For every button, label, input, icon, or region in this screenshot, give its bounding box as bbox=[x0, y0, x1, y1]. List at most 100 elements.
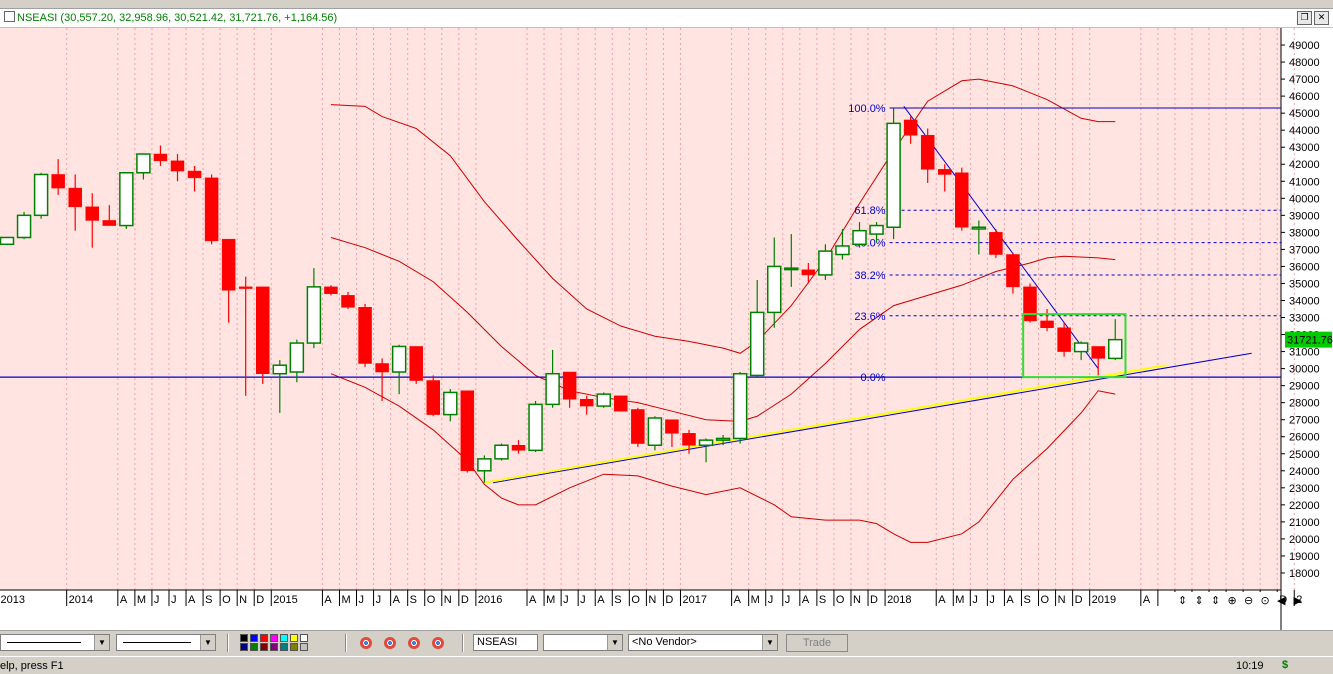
x-tick-label: A bbox=[597, 594, 605, 606]
y-tick-label: 29000 bbox=[1289, 381, 1320, 393]
candle-body bbox=[869, 224, 884, 235]
line-width-select[interactable]: ▼ bbox=[116, 634, 216, 651]
x-tick-label: D bbox=[870, 594, 878, 606]
x-tick-label: O bbox=[1041, 594, 1050, 606]
price-chart[interactable]: 18000 19000 20000 21000 22000 23000 24000 25000… bbox=[0, 28, 1333, 630]
y-tick-label: 27000 bbox=[1289, 415, 1320, 427]
candle-body bbox=[170, 160, 185, 172]
candle-body bbox=[562, 371, 577, 400]
chrome-icon-3[interactable] bbox=[408, 637, 420, 649]
candle-body bbox=[460, 390, 475, 472]
scroll-button-icon[interactable]: ◀ bbox=[1277, 594, 1286, 607]
x-tick-label: N bbox=[853, 594, 861, 606]
fib-level-label: 100.0% bbox=[848, 103, 886, 115]
candle bbox=[732, 372, 748, 444]
candle-body bbox=[1091, 346, 1105, 359]
candle bbox=[1023, 283, 1037, 323]
chrome-icon-1[interactable] bbox=[360, 637, 372, 649]
trade-button[interactable]: Trade bbox=[786, 634, 848, 652]
candle-body bbox=[1108, 338, 1123, 360]
x-tick-label: A bbox=[1143, 594, 1151, 606]
y-tick-label: 47000 bbox=[1289, 74, 1320, 86]
chrome-icon-2[interactable] bbox=[384, 637, 396, 649]
close-icon[interactable]: ✕ bbox=[1314, 11, 1329, 25]
color-swatch[interactable] bbox=[280, 643, 288, 651]
x-tick-label: J bbox=[154, 594, 160, 606]
candle bbox=[647, 416, 663, 451]
interval-select[interactable]: ▼ bbox=[543, 634, 623, 651]
checkbox[interactable] bbox=[4, 11, 15, 22]
y-tick-label: 40000 bbox=[1289, 193, 1320, 205]
x-tick-label: S bbox=[205, 594, 212, 606]
y-tick-label: 41000 bbox=[1289, 176, 1320, 188]
candle-body bbox=[289, 342, 305, 373]
status-clock: 10:19 bbox=[1236, 660, 1264, 672]
candle-body bbox=[1073, 342, 1089, 353]
candle bbox=[528, 400, 543, 453]
scroll-button-icon[interactable]: ⊕ bbox=[1228, 594, 1237, 607]
y-tick-label: 31000 bbox=[1289, 347, 1320, 359]
color-swatch[interactable] bbox=[280, 634, 288, 642]
vendor-select[interactable]: <No Vendor> ▼ bbox=[628, 634, 778, 651]
x-tick-label: A bbox=[393, 594, 401, 606]
candle bbox=[631, 407, 645, 447]
symbol-input[interactable]: NSEASI bbox=[473, 634, 538, 651]
x-tick-label: J bbox=[989, 594, 995, 606]
color-swatch[interactable] bbox=[250, 634, 258, 642]
candle-body bbox=[784, 267, 799, 271]
x-tick-label: M bbox=[137, 594, 146, 606]
x-tick-label: O bbox=[222, 594, 231, 606]
candle-body bbox=[715, 437, 731, 441]
scroll-button-icon[interactable]: ⇕ bbox=[1211, 594, 1220, 607]
y-tick-label: 28000 bbox=[1289, 398, 1320, 410]
fib-level-label: 61.8% bbox=[854, 205, 885, 217]
last-price-label: 31721.76 bbox=[1287, 335, 1333, 347]
candle-body bbox=[749, 311, 765, 377]
scroll-button-icon[interactable]: ⇕ bbox=[1178, 594, 1187, 607]
candle bbox=[955, 167, 969, 231]
color-swatch[interactable] bbox=[290, 643, 298, 651]
color-swatch[interactable] bbox=[260, 634, 268, 642]
candle-body bbox=[852, 229, 867, 246]
y-tick-label: 34000 bbox=[1289, 295, 1320, 307]
chrome-icon-4[interactable] bbox=[432, 637, 444, 649]
y-tick-label: 22000 bbox=[1289, 500, 1320, 512]
color-swatch[interactable] bbox=[290, 634, 298, 642]
candle-body bbox=[0, 236, 15, 246]
candle bbox=[596, 392, 611, 408]
scroll-button-icon[interactable]: ⇕ bbox=[1195, 594, 1204, 607]
candle-body bbox=[989, 232, 1003, 255]
candle bbox=[409, 346, 423, 384]
x-tick-label: O bbox=[631, 594, 640, 606]
y-tick-label: 37000 bbox=[1289, 244, 1320, 256]
x-tick-label: M bbox=[751, 594, 760, 606]
x-tick-label: A bbox=[802, 594, 810, 606]
color-swatch[interactable] bbox=[270, 643, 278, 651]
candle-body bbox=[51, 174, 65, 189]
candle-body bbox=[1023, 286, 1037, 322]
color-swatch[interactable] bbox=[300, 643, 308, 651]
x-tick-label: J bbox=[768, 594, 774, 606]
color-swatch[interactable] bbox=[270, 634, 278, 642]
status-help-text: elp, press F1 bbox=[0, 660, 64, 672]
color-palette[interactable] bbox=[240, 634, 320, 652]
color-swatch[interactable] bbox=[250, 643, 258, 651]
scroll-button-icon[interactable]: ⊖ bbox=[1244, 594, 1253, 607]
line-style-select[interactable]: ▼ bbox=[0, 634, 110, 651]
color-swatch[interactable] bbox=[300, 634, 308, 642]
color-swatch[interactable] bbox=[260, 643, 268, 651]
x-tick-label: S bbox=[819, 594, 826, 606]
candle-body bbox=[767, 265, 782, 314]
restore-icon[interactable]: ❐ bbox=[1297, 11, 1312, 25]
candle-body bbox=[596, 393, 611, 407]
candle-body bbox=[306, 286, 322, 344]
color-swatch[interactable] bbox=[240, 634, 248, 642]
candle-body bbox=[511, 444, 526, 451]
x-tick-label: 2018 bbox=[887, 594, 911, 606]
color-swatch[interactable] bbox=[240, 643, 248, 651]
candle-body bbox=[494, 444, 509, 460]
scroll-button-icon[interactable]: ⊙ bbox=[1261, 594, 1270, 607]
candle-body bbox=[1057, 327, 1071, 352]
scroll-button-icon[interactable]: ▶ bbox=[1294, 594, 1303, 607]
y-tick-label: 19000 bbox=[1289, 551, 1320, 563]
